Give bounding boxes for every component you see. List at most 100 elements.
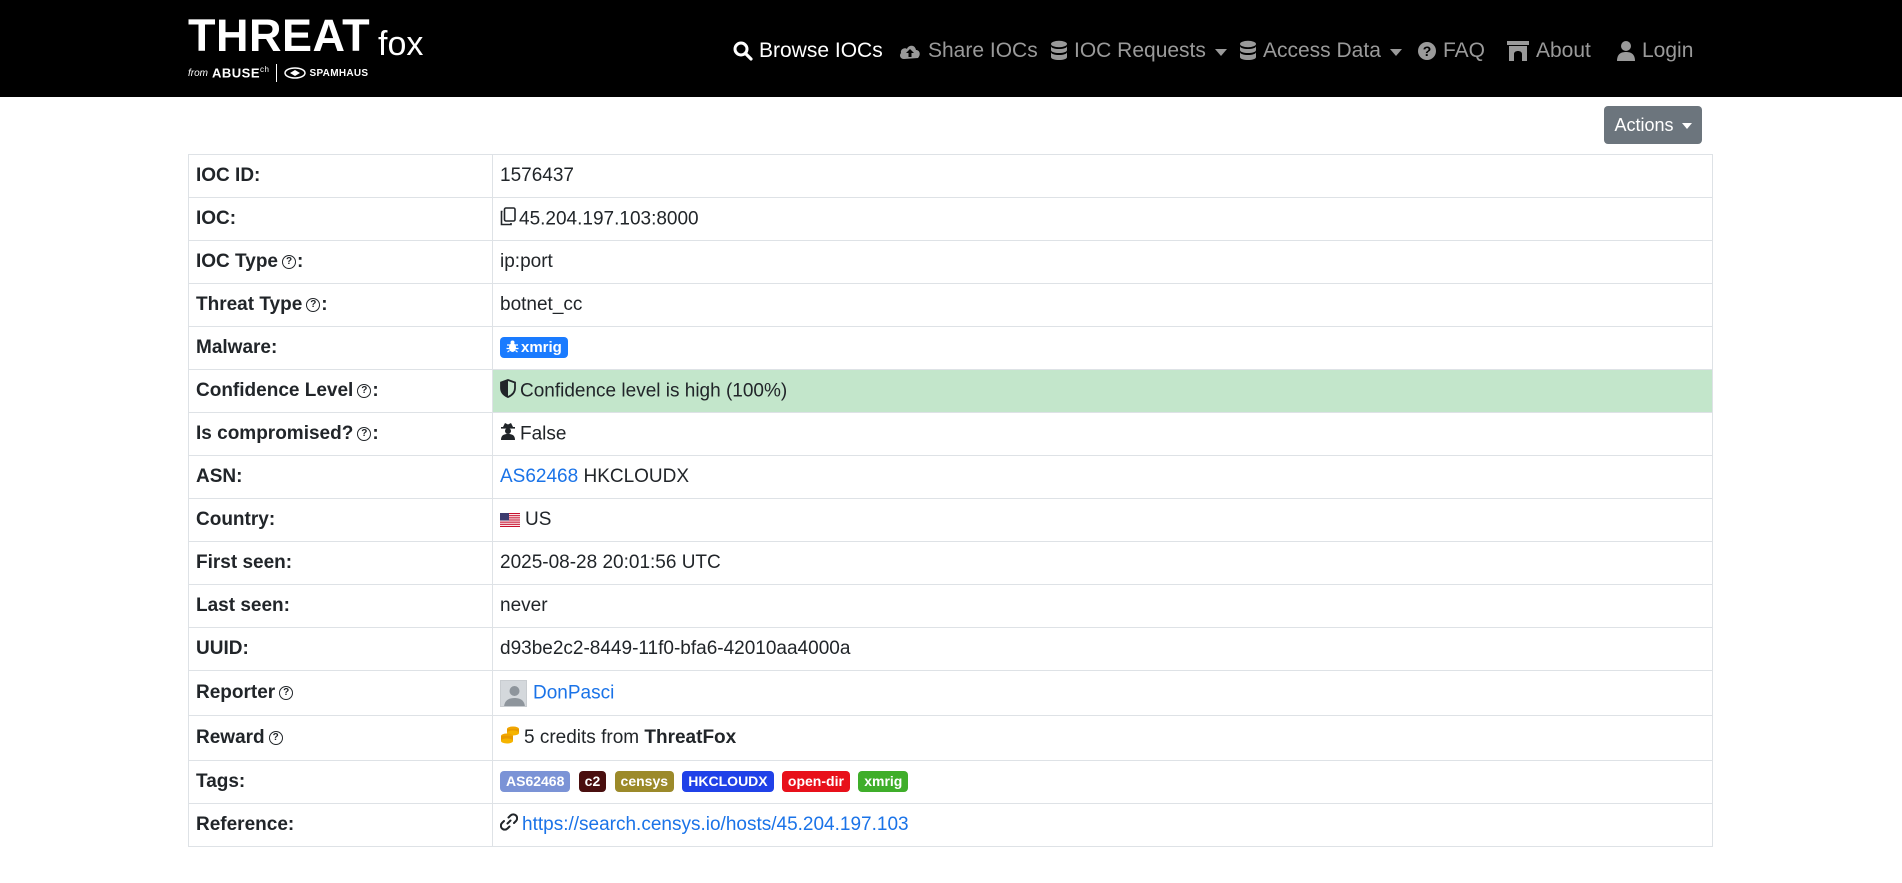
threatfox-logo[interactable]: THREAT fox from ABUSEch SPAMHAUS xyxy=(188,12,432,82)
row-label: UUID: xyxy=(188,627,493,671)
actions-dropdown-button[interactable]: Actions xyxy=(1604,106,1702,144)
table-row-ioc-id: IOC ID: 1576437 xyxy=(188,154,1713,198)
reference-link[interactable]: https://search.censys.io/hosts/45.204.19… xyxy=(522,814,909,835)
link-icon xyxy=(499,813,519,837)
help-icon[interactable]: ? xyxy=(268,730,283,745)
tag-badge-hkcloudx[interactable]: HKCLOUDX xyxy=(682,771,774,793)
table-row-confidence: Confidence Level?: Confidence level is h… xyxy=(188,369,1713,413)
reward-value-cell: 5 credits from ThreatFox xyxy=(492,715,1713,761)
avatar xyxy=(500,679,527,707)
row-label: First seen: xyxy=(188,541,493,585)
database-icon xyxy=(1240,40,1256,60)
navbar: THREAT fox from ABUSEch SPAMHAUS Browse … xyxy=(0,0,1902,97)
threat-type-value: botnet_cc xyxy=(492,283,1713,327)
reference-value-cell: https://search.censys.io/hosts/45.204.19… xyxy=(492,803,1713,847)
reporter-link[interactable]: DonPasci xyxy=(533,682,614,703)
copy-icon[interactable] xyxy=(500,206,516,232)
table-row-uuid: UUID: d93be2c2-8449-11f0-bfa6-42010aa400… xyxy=(188,627,1713,671)
ioc-id-value: 1576437 xyxy=(492,154,1713,198)
logo-subline: from ABUSEch SPAMHAUS xyxy=(188,64,368,82)
first-seen-value: 2025-08-28 20:01:56 UTC xyxy=(492,541,1713,585)
nav-ioc-requests[interactable]: IOC Requests xyxy=(1050,36,1227,66)
reward-value: 5 credits from xyxy=(524,727,640,749)
table-row-last-seen: Last seen: never xyxy=(188,584,1713,628)
confidence-value-cell: Confidence level is high (100%) xyxy=(492,369,1713,413)
nav-access-label: Access Data xyxy=(1263,39,1381,62)
table-row-threat-type: Threat Type?: botnet_cc xyxy=(188,283,1713,327)
logo-from-text: from xyxy=(188,67,208,79)
asn-name: HKCLOUDX xyxy=(583,466,690,487)
row-label: IOC: xyxy=(188,197,493,241)
nav-share-iocs[interactable]: Share IOCs xyxy=(898,36,1038,66)
malware-name: xmrig xyxy=(521,339,562,357)
nav-share-label: Share IOCs xyxy=(928,39,1038,62)
tags-value-cell: AS62468 c2 censys HKCLOUDX open-dir xmri… xyxy=(492,760,1713,804)
table-row-country: Country: US xyxy=(188,498,1713,542)
row-label: ASN: xyxy=(188,455,493,499)
help-icon[interactable]: ? xyxy=(306,297,321,312)
table-row-compromised: Is compromised??: False xyxy=(188,412,1713,456)
user-icon xyxy=(1617,41,1635,61)
reporter-value-cell: DonPasci xyxy=(492,670,1713,716)
bug-icon xyxy=(506,340,519,353)
shield-half-icon xyxy=(500,378,516,404)
table-row-reward: Reward? 5 credits from ThreatFox xyxy=(188,715,1713,761)
ioc-type-value: ip:port xyxy=(492,240,1713,284)
table-row-reporter: Reporter? DonPasci xyxy=(188,670,1713,716)
logo-fox-text: fox xyxy=(378,25,424,63)
help-icon[interactable]: ? xyxy=(279,685,294,700)
confidence-value: Confidence level is high (100%) xyxy=(520,380,788,402)
asn-value-cell: AS62468 HKCLOUDX xyxy=(492,455,1713,499)
table-row-tags: Tags: AS62468 c2 censys HKCLOUDX open-di… xyxy=(188,760,1713,804)
row-label-confidence: Confidence Level?: xyxy=(188,369,493,413)
malware-value-cell: xmrig xyxy=(492,326,1713,370)
nav-faq-label: FAQ xyxy=(1443,39,1486,62)
coins-icon xyxy=(500,725,520,751)
help-icon[interactable]: ? xyxy=(357,426,372,441)
tag-badge-c2[interactable]: c2 xyxy=(578,771,607,793)
table-row-reference: Reference: https://search.censys.io/host… xyxy=(188,803,1713,847)
tag-badge-as62468[interactable]: AS62468 xyxy=(500,771,571,793)
nav-login[interactable]: Login xyxy=(1616,36,1693,66)
nav-about[interactable]: About xyxy=(1506,36,1591,66)
nav-browse-iocs[interactable]: Browse IOCs xyxy=(733,36,883,66)
chevron-down-icon xyxy=(1214,48,1227,56)
us-flag-icon xyxy=(500,512,520,527)
table-row-first-seen: First seen: 2025-08-28 20:01:56 UTC xyxy=(188,541,1713,585)
asn-link[interactable]: AS62468 xyxy=(500,466,578,487)
ioc-value-cell: 45.204.197.103:8000 xyxy=(492,197,1713,241)
compromised-value-cell: False xyxy=(492,412,1713,456)
user-secret-icon xyxy=(500,422,516,447)
question-circle-icon: ? xyxy=(1418,42,1436,60)
nav-access-data[interactable]: Access Data xyxy=(1239,36,1402,66)
row-label: Malware: xyxy=(188,326,493,370)
table-row-ioc: IOC: 45.204.197.103:8000 xyxy=(188,197,1713,241)
logo-threat-text: THREAT xyxy=(188,10,371,61)
svg-text:?: ? xyxy=(1423,43,1432,59)
compromised-value: False xyxy=(520,423,567,445)
help-icon[interactable]: ? xyxy=(282,254,296,269)
nav-requests-label: IOC Requests xyxy=(1074,39,1206,62)
row-label: Reference: xyxy=(188,803,493,847)
table-row-ioc-type: IOC Type?: ip:port xyxy=(188,240,1713,284)
nav-faq[interactable]: ? FAQ xyxy=(1417,36,1485,66)
table-row-asn: ASN: AS62468 HKCLOUDX xyxy=(188,455,1713,499)
tag-badge-xmrig[interactable]: xmrig xyxy=(858,771,909,793)
ioc-details-table: IOC ID: 1576437 IOC: 45.204.197.103:8000… xyxy=(188,154,1713,847)
row-label: Tags: xyxy=(188,760,493,804)
tag-badge-open-dir[interactable]: open-dir xyxy=(781,771,850,793)
row-label-reporter: Reporter? xyxy=(188,670,493,716)
row-label: IOC ID: xyxy=(188,154,493,198)
help-icon[interactable]: ? xyxy=(357,383,372,398)
ioc-value: 45.204.197.103:8000 xyxy=(519,208,699,230)
spamhaus-icon xyxy=(284,67,307,79)
row-label-threat-type: Threat Type?: xyxy=(188,283,493,327)
row-label-compromised: Is compromised??: xyxy=(188,412,493,456)
nav-login-label: Login xyxy=(1642,39,1694,62)
tag-badge-censys[interactable]: censys xyxy=(614,771,675,793)
uuid-value: d93be2c2-8449-11f0-bfa6-42010aa4000a xyxy=(492,627,1713,671)
last-seen-value: never xyxy=(492,584,1713,628)
archway-icon xyxy=(1507,41,1529,61)
reward-source: ThreatFox xyxy=(644,727,737,749)
malware-badge[interactable]: xmrig xyxy=(500,337,568,359)
